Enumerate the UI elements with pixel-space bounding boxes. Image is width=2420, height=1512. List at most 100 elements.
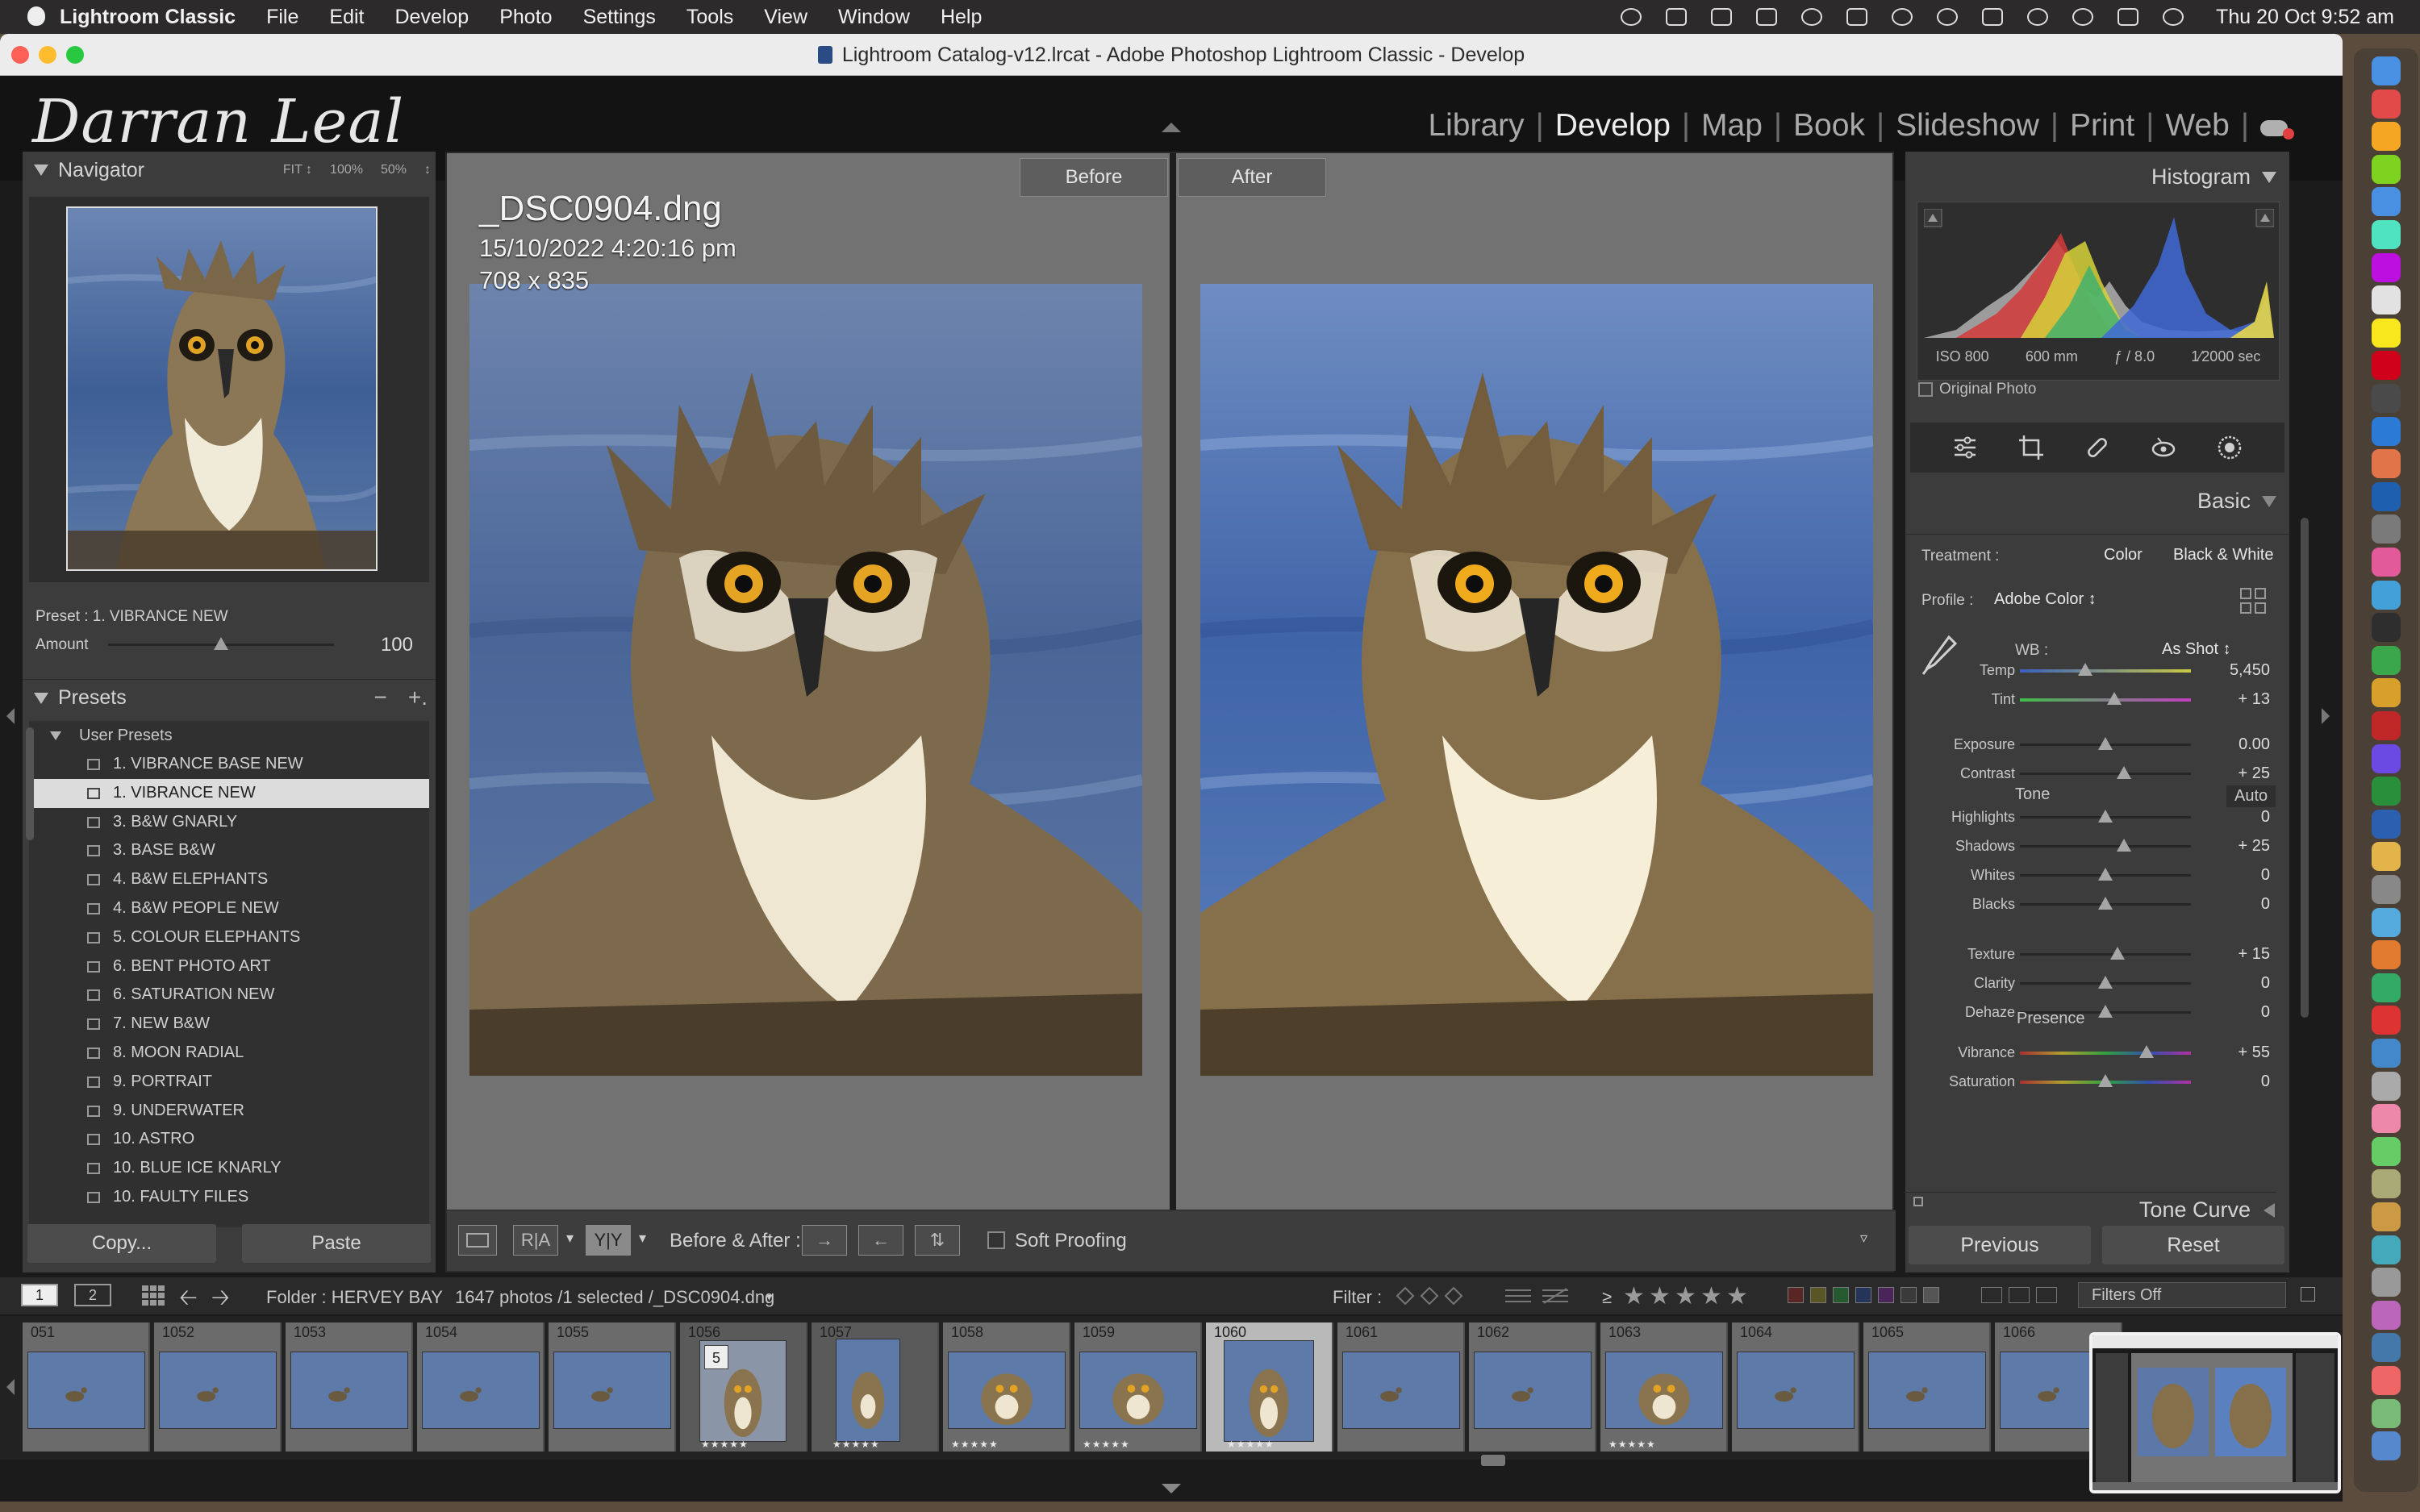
dock-app-icon[interactable] [2372,89,2401,119]
slider-knob[interactable] [2109,947,2125,960]
slider-texture[interactable]: Texture + 15 [1905,940,2289,968]
slider-value[interactable]: 0.00 [2238,735,2270,754]
menu-file[interactable]: File [266,6,298,29]
slider-track[interactable] [2020,669,2191,673]
slider-knob[interactable] [2098,1005,2113,1018]
menu-clock[interactable]: Thu 20 Oct 9:52 am [2216,6,2394,29]
preset-amount-slider[interactable]: Amount 100 [35,634,428,658]
menu-develop[interactable]: Develop [394,6,469,29]
left-panel-toggle-icon[interactable] [6,708,15,724]
edit-sliders-icon[interactable] [1951,434,1979,461]
slider-knob[interactable] [2098,1074,2113,1087]
flag-filter-icons[interactable] [1394,1285,1467,1306]
rating-star-2[interactable]: ★ [1649,1282,1671,1310]
masking-icon[interactable] [2216,434,2243,461]
slider-whites[interactable]: Whites 0 [1905,861,2289,889]
color-label-none[interactable] [1901,1287,1917,1303]
amount-knob[interactable] [214,637,228,650]
slider-track[interactable] [2020,1052,2191,1055]
preset-item[interactable]: 9. UNDERWATER [29,1097,429,1126]
treatment-black-white[interactable]: Black & White [2173,546,2273,564]
grid-view-icon[interactable] [142,1285,165,1306]
filmstrip-cell[interactable]: 1053 [286,1322,413,1452]
slider-knob[interactable] [2138,1045,2154,1058]
tone-curve-enable-switch[interactable] [1913,1197,1923,1206]
source-dropdown-icon[interactable]: ▾ [766,1290,772,1304]
slider-temp[interactable]: Temp 5,450 [1905,656,2289,684]
display-icon[interactable] [1711,8,1733,26]
dock-app-icon[interactable] [2372,56,2401,85]
slider-value[interactable]: + 25 [2238,764,2270,783]
filmstrip-cell[interactable]: 1062 [1469,1322,1596,1452]
slider-exposure[interactable]: Exposure 0.00 [1905,731,2289,758]
color-label-blue[interactable] [1855,1287,1871,1303]
dock-app-icon[interactable] [2372,645,2401,675]
after-tab[interactable]: After [1178,158,1326,197]
kind-virtual-icon[interactable] [2009,1287,2030,1303]
filmstrip-cell[interactable]: 1055 [549,1322,676,1452]
slider-value[interactable]: 0 [2261,974,2270,993]
slider-knob[interactable] [2098,737,2113,750]
histogram-header[interactable]: Histogram [2151,165,2276,190]
soft-proofing-checkbox[interactable] [987,1231,1005,1249]
dock-app-icon[interactable] [2372,154,2401,184]
dock-app-icon[interactable] [2372,220,2401,249]
filter-presets-dropdown[interactable]: Filters Off [2078,1282,2286,1308]
time-machine-icon[interactable] [2027,8,2049,26]
zoom-custom[interactable]: ↕ [424,163,431,177]
filmstrip-cell[interactable]: 1061 [1337,1322,1465,1452]
kind-master-icon[interactable] [1981,1287,2002,1303]
dock-app-icon[interactable] [2372,711,2401,740]
dock-app-icon[interactable] [2372,678,2401,708]
slider-track[interactable] [2020,953,2191,956]
zoom-50[interactable]: 50% [381,163,407,177]
remove-preset-button[interactable]: − [374,685,387,710]
amount-value[interactable]: 100 [381,634,413,656]
zoom-100[interactable]: 100% [330,163,363,177]
dock-app-icon[interactable] [2372,1431,2401,1461]
dock-app-icon[interactable] [2372,1071,2401,1101]
slider-knob[interactable] [2117,766,2132,779]
loupe-view-button[interactable] [458,1225,497,1256]
preset-item[interactable]: 10. ASTRO [29,1125,429,1154]
filmstrip-cell[interactable]: 1065 [1863,1322,1991,1452]
original-photo-checkbox[interactable] [1918,382,1933,397]
dock-app-icon[interactable] [2372,449,2401,479]
panel-solo-icon[interactable] [2262,495,2276,507]
top-panel-toggle-icon[interactable] [1162,123,1181,132]
treatment-color[interactable]: Color [2104,546,2143,564]
copy-after-to-before-button[interactable]: ← [858,1225,903,1256]
navigator-preview[interactable] [29,197,429,582]
preset-item[interactable]: 4. B&W PEOPLE NEW [29,894,429,923]
slider-value[interactable]: 0 [2261,895,2270,914]
slider-knob[interactable] [2098,897,2113,910]
color-label-yellow[interactable] [1810,1287,1826,1303]
color-label-green[interactable] [1833,1287,1849,1303]
next-arrow-icon[interactable]: 🡢 [211,1281,230,1319]
filmstrip-cell[interactable]: 1052 [154,1322,282,1452]
dock-app-icon[interactable] [2372,252,2401,282]
preset-item[interactable]: 6. SATURATION NEW [29,981,429,1010]
preset-item[interactable]: 7. NEW B&W [29,1010,429,1039]
dock-app-icon[interactable] [2372,907,2401,937]
view-options-dropdown-icon[interactable]: ▾ [639,1230,646,1247]
module-print[interactable]: Print [2059,108,2146,144]
filter-lock-icon[interactable] [2301,1287,2315,1302]
auto-tone-button[interactable]: Auto [2226,785,2276,807]
filmstrip-scrollbar[interactable] [1481,1455,1505,1466]
siri-icon[interactable] [2163,8,2184,26]
rating-star-1[interactable]: ★ [1623,1282,1645,1310]
stack-count-badge[interactable]: 5 [704,1345,728,1369]
rating-star-5[interactable]: ★ [1726,1282,1748,1310]
slider-contrast[interactable]: Contrast + 25 [1905,760,2289,787]
dock-app-icon[interactable] [2372,384,2401,413]
dock-app-icon[interactable] [2372,613,2401,643]
dock-app-icon[interactable] [2372,973,2401,1002]
slider-track[interactable] [2020,698,2191,702]
left-panel-scrollbar[interactable] [26,727,34,840]
filmstrip-cell[interactable]: 1060 ★★★★★ [1206,1322,1333,1452]
dock-app-icon[interactable] [2372,351,2401,381]
dock-app-icon[interactable] [2372,1366,2401,1395]
slider-value[interactable]: + 25 [2238,837,2270,856]
preset-item[interactable]: 5. COLOUR ELEPHANTS [29,923,429,952]
